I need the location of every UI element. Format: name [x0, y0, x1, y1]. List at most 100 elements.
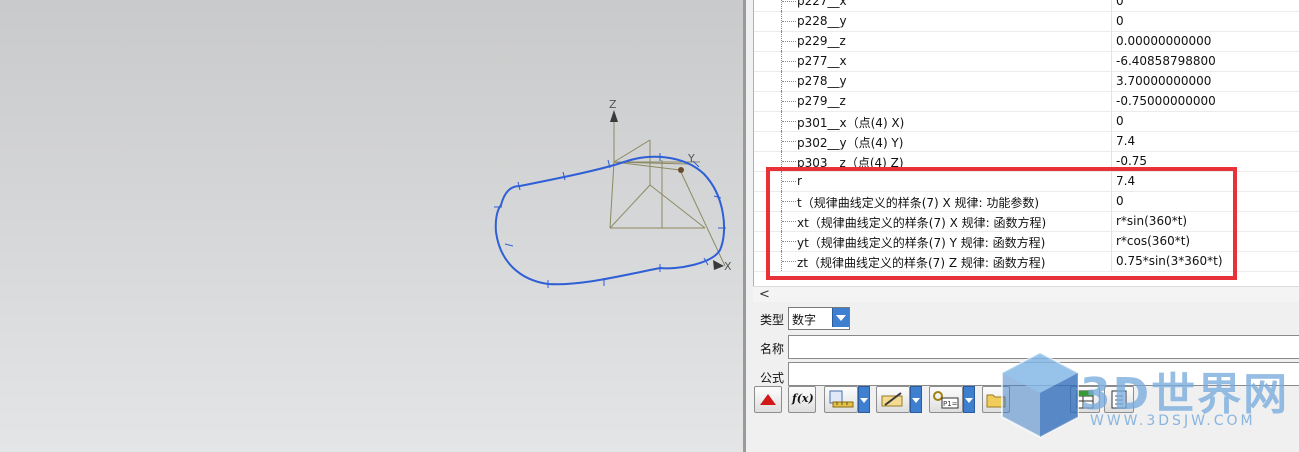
expression-name: yt（规律曲线定义的样条(7) Y 规律: 函数方程) — [797, 236, 1046, 250]
expression-row[interactable]: p228__y 0 — [754, 11, 1299, 32]
part-link-icon: P1= — [933, 391, 959, 409]
expression-value: 0.00000000000 — [1116, 34, 1212, 48]
column-divider — [1111, 51, 1112, 71]
law-curve-spline[interactable] — [494, 155, 726, 286]
name-label: 名称 — [760, 342, 785, 356]
column-divider — [1111, 151, 1112, 171]
viewport-canvas: Z Y X — [494, 98, 732, 288]
expression-name: p302__y（点(4) Y) — [797, 136, 904, 150]
column-divider — [1111, 191, 1112, 211]
expression-row[interactable]: t（规律曲线定义的样条(7) X 规律: 功能参数) 0 — [754, 191, 1299, 212]
column-divider — [1111, 171, 1112, 191]
expression-row[interactable]: p301__x（点(4) X) 0 — [754, 111, 1299, 132]
tree-connector — [782, 241, 796, 242]
expression-row[interactable]: zt（规律曲线定义的样条(7) Z 规律: 函数方程) 0.75*sin(3*36… — [754, 251, 1299, 272]
point-marker-icon — [678, 167, 684, 173]
tree-connector — [782, 161, 796, 162]
formula-label: 公式 — [760, 371, 785, 385]
expressions-list: p227__x 0 p228__y 0 p229__z 0.00000000000 p277… — [753, 0, 1299, 286]
column-divider — [1111, 251, 1112, 271]
expression-name: p279__z — [797, 94, 846, 108]
tree-connector — [782, 141, 796, 142]
function-icon: f(x) — [792, 392, 814, 405]
expression-value: r*cos(360*t) — [1116, 234, 1191, 248]
watermark-url: WWW.3DSJW.COM — [1090, 413, 1256, 429]
column-divider — [1111, 111, 1112, 131]
z-axis-label: Z — [609, 98, 617, 111]
part-link-dropdown[interactable] — [963, 386, 975, 413]
expression-row[interactable]: r 7.4 — [754, 171, 1299, 192]
z-axis-arrow-icon — [610, 110, 618, 122]
measure-dropdown[interactable] — [858, 386, 870, 413]
expression-value: 0.75*sin(3*360*t) — [1116, 254, 1223, 268]
tree-connector — [782, 181, 796, 182]
column-divider — [1111, 131, 1112, 151]
open-button[interactable] — [982, 386, 1010, 413]
horizontal-scrollbar[interactable]: < — [753, 286, 1299, 302]
expression-value: 0 — [1116, 194, 1124, 208]
pencil-icon — [881, 392, 903, 407]
tree-connector — [782, 1, 796, 2]
red-triangle-up-icon — [760, 394, 776, 405]
tree-connector — [782, 201, 796, 202]
column-divider — [1111, 231, 1112, 251]
expression-value: -0.75000000000 — [1116, 94, 1216, 108]
chevron-down-icon[interactable] — [832, 308, 849, 327]
tree-connector — [782, 261, 796, 262]
expression-name: p303__z（点(4) Z) — [797, 156, 904, 170]
type-select-value: 数字 — [792, 313, 817, 327]
expression-value: 7.4 — [1116, 174, 1136, 188]
expression-row[interactable]: yt（规律曲线定义的样条(7) Y 规律: 函数方程) r*cos(360*t) — [754, 231, 1299, 252]
expression-value: 0 — [1116, 0, 1124, 8]
x-axis-label: X — [724, 260, 732, 273]
expression-row[interactable]: p303__z（点(4) Z) -0.75 — [754, 151, 1299, 172]
expression-row[interactable]: p277__x -6.40858798800 — [754, 51, 1299, 72]
expression-name: p228__y — [797, 14, 847, 28]
tree-connector — [782, 21, 796, 22]
svg-text:P1=: P1= — [943, 400, 958, 408]
edit-dropdown[interactable] — [910, 386, 922, 413]
column-divider — [1111, 11, 1112, 31]
expression-row[interactable]: p302__y（点(4) Y) 7.4 — [754, 131, 1299, 152]
name-input[interactable] — [788, 335, 1299, 359]
column-divider — [1111, 211, 1112, 231]
graphics-viewport[interactable]: Z Y X — [0, 0, 743, 452]
expression-name: p277__x — [797, 54, 847, 68]
expression-value: -6.40858798800 — [1116, 54, 1216, 68]
tree-connector — [782, 81, 796, 82]
expression-value: -0.75 — [1116, 154, 1148, 168]
expression-row[interactable]: p229__z 0.00000000000 — [754, 31, 1299, 52]
accept-edit-button[interactable] — [754, 386, 782, 413]
measure-icon — [829, 390, 854, 408]
scroll-left-icon[interactable]: < — [759, 287, 770, 302]
part-link-button[interactable]: P1= — [929, 386, 963, 413]
expression-value: 7.4 — [1116, 134, 1136, 148]
type-select[interactable]: 数字 — [788, 307, 850, 330]
expression-row[interactable]: p279__z -0.75000000000 — [754, 91, 1299, 112]
wcs-triad — [609, 112, 726, 267]
column-divider — [1111, 71, 1112, 91]
expression-name: r — [797, 174, 802, 188]
type-label: 类型 — [760, 313, 785, 327]
column-divider — [1111, 0, 1112, 11]
expression-name: zt（规律曲线定义的样条(7) Z 规律: 函数方程) — [797, 256, 1046, 270]
expression-name: xt（规律曲线定义的样条(7) X 规律: 函数方程) — [797, 216, 1047, 230]
expression-name: p301__x（点(4) X) — [797, 116, 905, 130]
expression-name: p227__x — [797, 0, 847, 8]
tree-connector — [782, 41, 796, 42]
function-button[interactable]: f(x) — [788, 386, 816, 413]
column-divider — [1111, 31, 1112, 51]
tree-connector — [782, 101, 796, 102]
expression-row[interactable]: xt（规律曲线定义的样条(7) X 规律: 函数方程) r*sin(360*t) — [754, 211, 1299, 232]
edit-button[interactable] — [876, 386, 910, 413]
tree-connector — [782, 121, 796, 122]
tree-connector — [782, 221, 796, 222]
expression-name: p278__y — [797, 74, 847, 88]
expression-name: p229__z — [797, 34, 846, 48]
column-divider — [1111, 91, 1112, 111]
expression-value: 0 — [1116, 14, 1124, 28]
expression-value: 0 — [1116, 114, 1124, 128]
expression-row[interactable]: p278__y 3.70000000000 — [754, 71, 1299, 92]
measure-button[interactable] — [824, 386, 858, 413]
tree-connector — [782, 61, 796, 62]
